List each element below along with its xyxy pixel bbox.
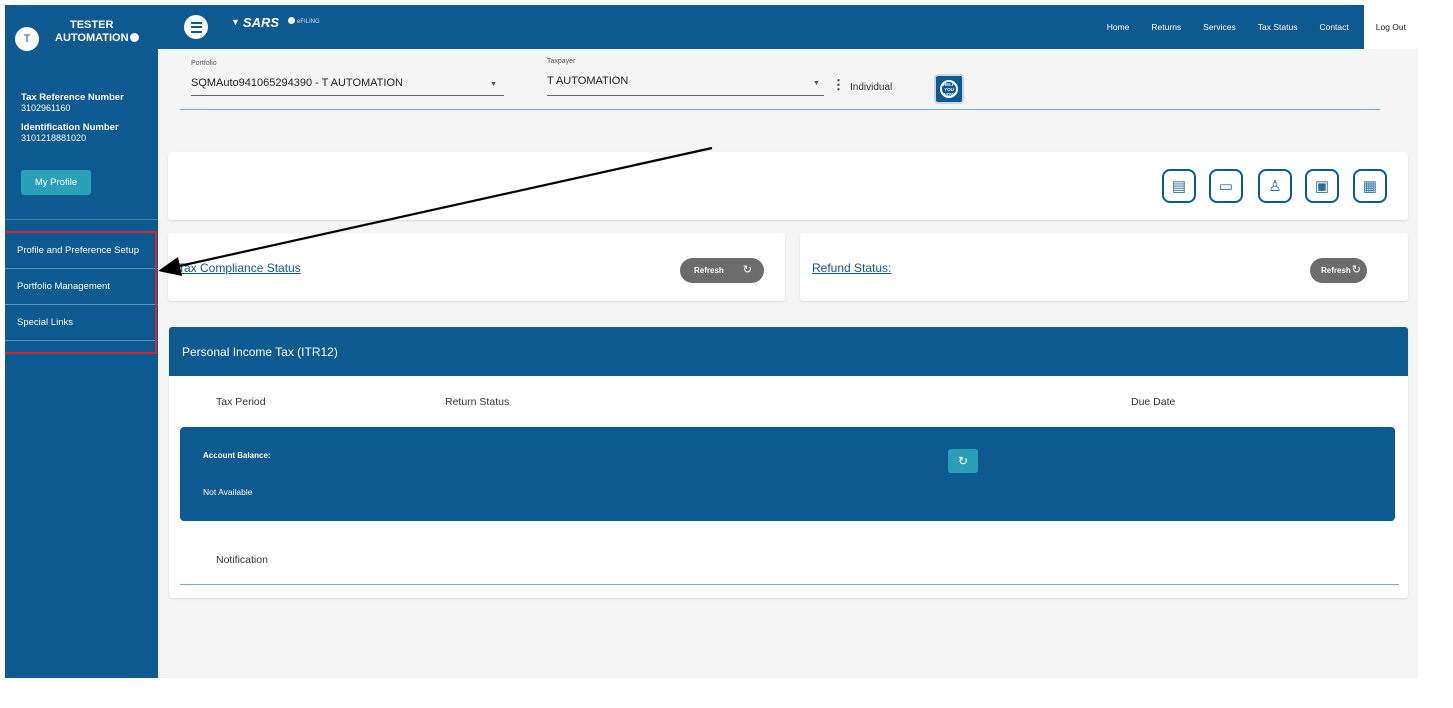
app-window: T TESTER AUTOMATION Tax Reference Number… xyxy=(5,5,1418,678)
annotation-arrow xyxy=(158,146,713,276)
